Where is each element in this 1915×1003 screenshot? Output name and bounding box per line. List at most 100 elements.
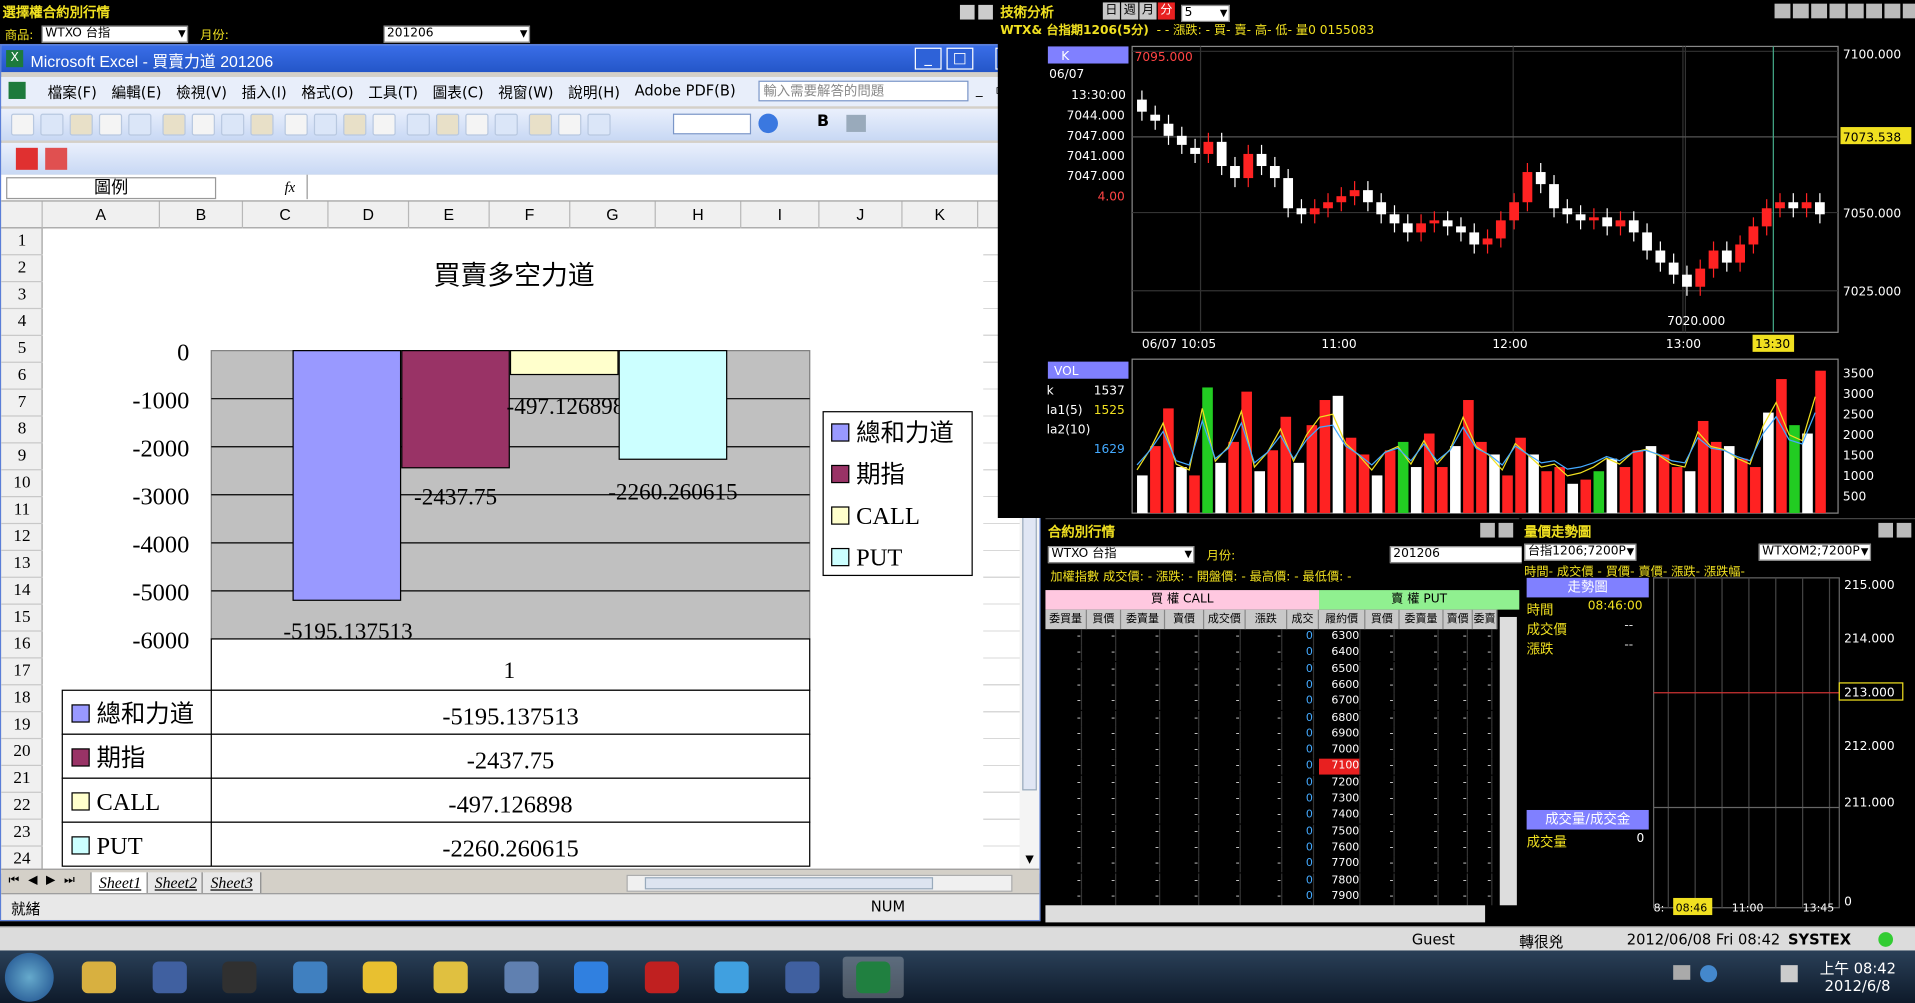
column-header-D[interactable]: D (329, 201, 410, 229)
menu-item-7[interactable]: 視窗(W) (498, 82, 553, 104)
formula-input[interactable] (306, 174, 1037, 200)
format-icon[interactable] (846, 114, 866, 132)
column-header-F[interactable]: F (490, 201, 571, 229)
menu-item-8[interactable]: 說明(H) (568, 82, 620, 104)
month-dropdown[interactable]: 201206 (383, 25, 530, 43)
minimize-button[interactable]: _ (914, 47, 942, 70)
sheet-tab-sheet2[interactable]: Sheet2 (146, 872, 206, 896)
sheet-tab-sheet3[interactable]: Sheet3 (201, 872, 262, 896)
row-header-19[interactable]: 19 (1, 712, 43, 740)
trend-dropdown-2[interactable]: WTXOM2;7200P (1758, 543, 1871, 561)
grid-icon[interactable] (1847, 3, 1864, 19)
minimize-icon[interactable] (1774, 3, 1791, 19)
column-header-K[interactable]: K (903, 201, 979, 229)
zoom-in-icon[interactable] (1792, 3, 1809, 19)
menu-item-6[interactable]: 圖表(C) (433, 82, 484, 104)
option-row[interactable]: - - - - - -0 7300- - - - (1045, 791, 1497, 808)
option-rows[interactable]: - - - - - -0 6300- - - - - - - - - -0 6400- - - - - - - - - -0 650… (1045, 629, 1497, 906)
column-header-E[interactable]: E (409, 201, 490, 229)
trend-chart[interactable]: 215.000 214.000 213.000 212.000 211.000 0 8: 08… (1651, 575, 1915, 924)
restore-icon[interactable] (1884, 3, 1901, 19)
option-row[interactable]: - - - - - -0 7400- - - - (1045, 807, 1497, 824)
row-header-4[interactable]: 4 (1, 309, 43, 336)
help-icon[interactable] (758, 113, 778, 134)
close-icon[interactable] (1498, 522, 1514, 538)
close-icon[interactable] (978, 4, 993, 20)
row-header-10[interactable]: 10 (1, 470, 43, 498)
sum-icon[interactable] (465, 113, 489, 136)
option-row[interactable]: - - - - - -0 7700- - - - (1045, 856, 1497, 873)
row-header-1[interactable]: 1 (1, 228, 43, 256)
chart-wizard-icon[interactable] (558, 113, 582, 136)
row-header-22[interactable]: 22 (1, 793, 43, 820)
doc-icon[interactable] (8, 81, 26, 99)
period-0[interactable]: 日 (1102, 2, 1120, 20)
column-header-H[interactable]: H (656, 201, 742, 229)
close-icon[interactable] (1896, 522, 1912, 538)
link-icon[interactable] (436, 113, 460, 136)
option-row[interactable]: - - - - - -0 7100- - - - (1045, 759, 1497, 776)
help-search-input[interactable]: 輸入需要解答的問題 (758, 80, 969, 102)
open-icon[interactable] (40, 113, 64, 136)
row-header-5[interactable]: 5 (1, 336, 43, 363)
row-header-7[interactable]: 7 (1, 390, 43, 417)
sheet-tab-sheet1[interactable]: Sheet1 (90, 872, 150, 896)
permission-icon[interactable] (98, 113, 123, 136)
product-dropdown[interactable]: WTXO 台指 (41, 25, 189, 43)
option-row[interactable]: - - - - - -0 6400- - - - (1045, 645, 1497, 662)
cut-icon[interactable] (250, 113, 274, 136)
row-header-3[interactable]: 3 (1, 282, 43, 310)
save-icon[interactable] (69, 113, 93, 136)
sort-desc-icon[interactable] (528, 113, 553, 136)
column-header-G[interactable]: G (570, 201, 656, 229)
option-row[interactable]: - - - - - -0 6600- - - - (1045, 677, 1497, 694)
option-row[interactable]: - - - - - -0 7200- - - - (1045, 775, 1497, 792)
chart-area[interactable]: 買賣多空力道 0 -1000 -2000 -3000 -4000 -5000 -6000 -51… (45, 228, 984, 874)
scroll-down-icon[interactable]: ▼ (1022, 854, 1037, 869)
research-icon[interactable] (221, 113, 245, 136)
zoom-out-icon[interactable] (1811, 3, 1828, 19)
option-row[interactable]: - - - - - -0 6900- - - - (1045, 726, 1497, 743)
option-row[interactable]: - - - - - -0 6500- - - - (1045, 661, 1497, 678)
new-icon[interactable] (10, 113, 35, 136)
help-tray-icon[interactable] (1700, 965, 1718, 983)
spell-icon[interactable] (191, 113, 215, 136)
period-3[interactable]: 分 (1157, 2, 1175, 20)
candlestick-chart[interactable]: K 06/07 13:30:00 7044.000 7047.000 7041.000 70… (998, 44, 1915, 518)
zoom-dropdown[interactable] (672, 113, 752, 135)
print-icon[interactable] (128, 113, 152, 136)
copy-icon[interactable] (284, 113, 308, 136)
row-header-18[interactable]: 18 (1, 685, 43, 713)
column-header-J[interactable]: J (819, 201, 903, 229)
option-row[interactable]: - - - - - -0 7600- - - - (1045, 840, 1497, 857)
menu-item-1[interactable]: 編輯(E) (111, 82, 161, 104)
row-header-23[interactable]: 23 (1, 820, 43, 847)
row-header-13[interactable]: 13 (1, 551, 43, 578)
row-header-20[interactable]: 20 (1, 739, 43, 767)
row-header-11[interactable]: 11 (1, 497, 43, 525)
column-header-A[interactable]: A (43, 201, 160, 229)
row-header-12[interactable]: 12 (1, 524, 43, 551)
row-header-21[interactable]: 21 (1, 766, 43, 793)
h-scroll-thumb[interactable] (644, 877, 934, 890)
option-row[interactable]: - - - - - -0 7800- - - - (1045, 872, 1497, 889)
horizontal-scrollbar[interactable] (626, 874, 1013, 892)
undo-icon[interactable] (372, 113, 396, 136)
row-header-6[interactable]: 6 (1, 363, 43, 390)
column-header-B[interactable]: B (160, 201, 244, 229)
start-button[interactable] (4, 952, 54, 1002)
preview-icon[interactable] (162, 113, 186, 136)
option-row[interactable]: - - - - - -0 6800- - - - (1045, 710, 1497, 727)
option-month-dropdown[interactable]: 201206 (1389, 546, 1537, 564)
menu-item-0[interactable]: 檔案(F) (48, 82, 97, 104)
option-row[interactable]: - - - - - -0 6300- - - - (1045, 629, 1497, 646)
column-header-I[interactable]: I (741, 201, 820, 229)
sheet-nav-icon[interactable]: ⏮◀▶⏭ (9, 874, 84, 887)
option-row[interactable]: - - - - - -0 7900- - - - (1045, 889, 1497, 906)
paste-icon[interactable] (313, 113, 338, 136)
option-h-scrollbar[interactable] (1045, 905, 1486, 923)
menu-item-2[interactable]: 檢視(V) (176, 82, 227, 104)
option-row[interactable]: - - - - - -0 7000- - - - (1045, 742, 1497, 759)
speaker-icon[interactable] (1780, 965, 1798, 983)
option-product-dropdown[interactable]: WTXO 台指 (1047, 546, 1195, 564)
